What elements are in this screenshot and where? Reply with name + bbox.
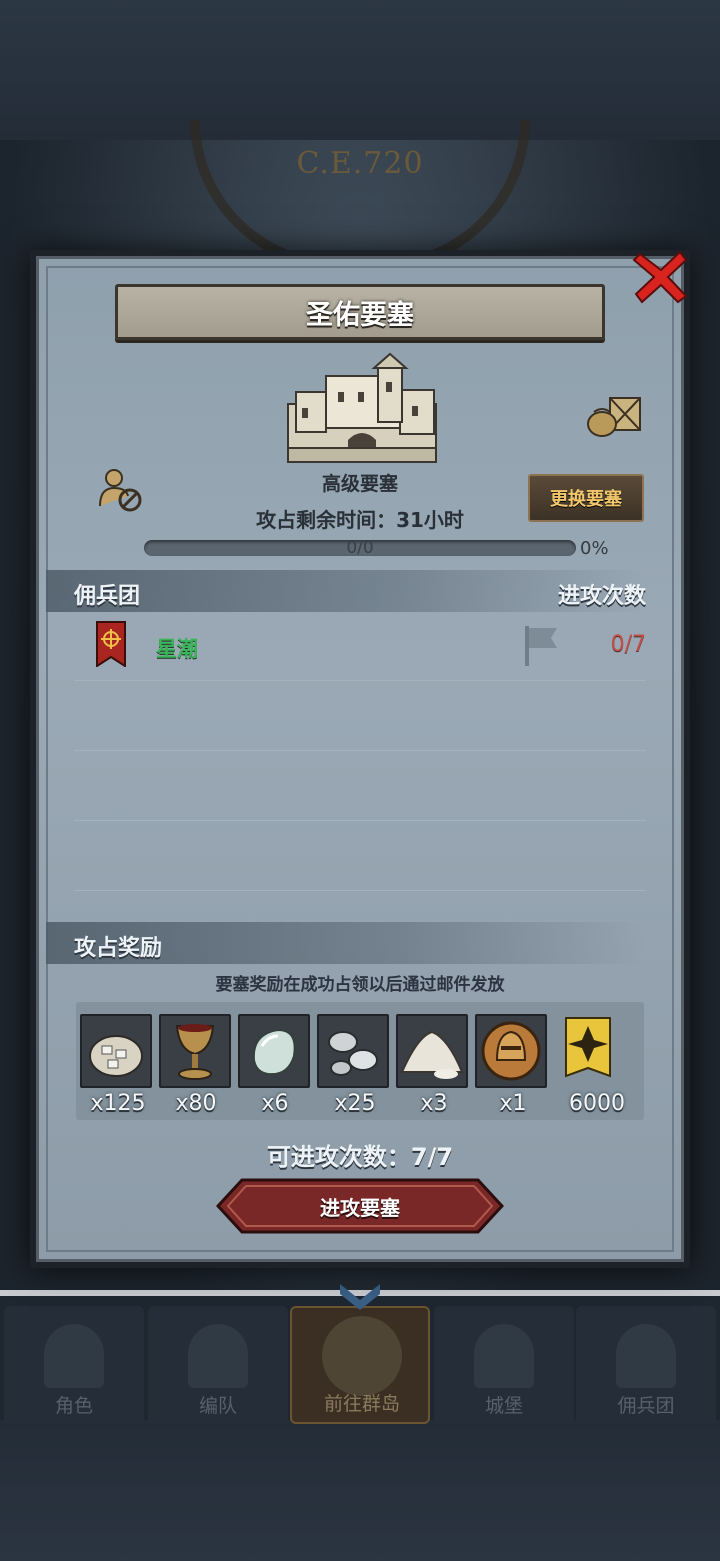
moonstone-icon [252,1028,296,1076]
nav-label: 编队 [198,1395,237,1417]
nav-label: 城堡 [484,1395,523,1417]
nav-label: 角色 [54,1395,93,1417]
nav-item-mercenary[interactable]: 佣兵团 [576,1306,716,1424]
top-band [0,0,720,140]
row-divider [74,890,646,891]
reward-item-moonstone[interactable] [238,1014,310,1088]
reward-qty: 6000 [569,1091,625,1116]
knight-helmet-medal-icon [481,1021,541,1081]
reward-item-silver-ore[interactable] [80,1014,152,1088]
rewards-section-header: 攻占奖励 [46,922,646,964]
attacks-available: 可进攻次数：7/7 [266,1143,454,1171]
progress-count: 0/0 [346,538,374,558]
reward-qty: x1 [499,1091,527,1116]
no-member-icon[interactable] [96,466,144,512]
nav-item-castle[interactable]: 城堡 [434,1306,574,1424]
nav-item-islands[interactable]: 前往群岛 [290,1306,430,1424]
rewards-section-title: 攻占奖励 [74,936,163,961]
formation-icon [188,1324,248,1388]
bottom-band [0,1420,720,1561]
guild-name[interactable]: 星潮 [156,633,198,663]
character-icon [44,1324,104,1388]
flag-icon[interactable] [523,624,559,668]
guild-contribution-emblem-icon [565,1017,611,1078]
salt-pile-icon [400,1030,464,1079]
attack-button-label: 进攻要塞 [320,1195,400,1220]
row-divider [74,750,646,751]
reward-note: 要塞奖励在成功占领以后通过邮件发放 [215,975,505,995]
attack-count: 0/7 [610,632,646,657]
reward-item-helmet-medal[interactable] [475,1014,547,1088]
nav-item-character[interactable]: 角色 [4,1306,144,1424]
islands-icon [322,1316,402,1396]
attack-count-header: 进攻次数 [557,584,646,609]
reward-item-contribution[interactable] [554,1014,626,1088]
title-banner: 圣佑要塞 [115,284,605,340]
silver-ingots-icon [328,1031,378,1076]
reward-qty: x25 [334,1091,376,1116]
silver-ore-sack-icon [89,1035,143,1077]
wine-goblet-icon [175,1024,215,1080]
castle-icon [474,1324,534,1388]
reward-item-goblet[interactable] [159,1014,231,1088]
supply-crate-icon[interactable] [584,392,644,438]
nav-label: 前往群岛 [323,1393,400,1415]
nav-label: 佣兵团 [617,1395,675,1417]
reward-qty: x125 [90,1091,146,1116]
reward-qty: x3 [420,1091,448,1116]
attack-fortress-button[interactable]: 进攻要塞 [216,1178,504,1234]
mercenary-section-title: 佣兵团 [74,584,141,609]
chevron-down-icon [340,1284,380,1310]
fortress-type: 高级要塞 [321,473,398,495]
reward-item-salt[interactable] [396,1014,468,1088]
era-label: C.E.720 [296,146,424,181]
reward-qty: x6 [261,1091,289,1116]
modal-title: 圣佑要塞 [306,299,414,331]
close-icon[interactable] [632,248,690,306]
reward-item-silver[interactable] [317,1014,389,1088]
mercenary-icon [616,1324,676,1388]
row-divider [74,820,646,821]
reward-qty: x80 [175,1091,217,1116]
row-divider [74,680,646,681]
guild-banner-icon [96,621,126,667]
nav-item-formation[interactable]: 编队 [148,1306,288,1424]
progress-percent: 0% [580,538,609,559]
time-remaining: 攻占剩余时间：31小时 [256,508,464,532]
change-fortress-button[interactable]: 更换要塞 [528,474,644,522]
fortress-castle-icon [287,352,437,463]
mercenary-section-header: 佣兵团 进攻次数 [46,570,646,612]
